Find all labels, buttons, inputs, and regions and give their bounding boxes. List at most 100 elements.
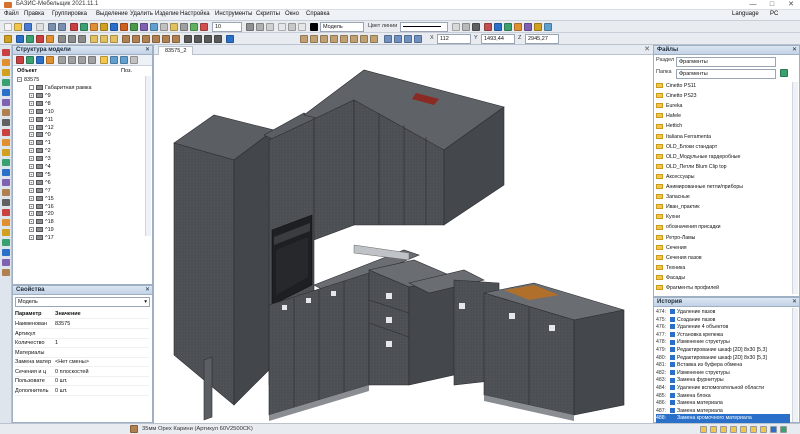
properties-close-button[interactable]: ✕ bbox=[145, 286, 150, 295]
mirror-tool-icon[interactable] bbox=[2, 199, 10, 206]
folder-item[interactable]: Italiana Ferramenta bbox=[656, 134, 711, 142]
undo-icon[interactable] bbox=[48, 23, 56, 31]
lock-icon[interactable] bbox=[180, 23, 188, 31]
property-value[interactable]: 0 плоскостей bbox=[55, 368, 89, 377]
panel-tool-icon[interactable] bbox=[2, 49, 10, 56]
collapse-icon[interactable]: − bbox=[17, 77, 22, 83]
tree-item[interactable]: + ^17 bbox=[29, 234, 54, 242]
folder-item[interactable]: Сечения пазов bbox=[656, 255, 702, 263]
save-icon[interactable] bbox=[24, 23, 32, 31]
expand-icon[interactable]: + bbox=[29, 164, 34, 170]
drawer-tool-icon[interactable] bbox=[2, 89, 10, 96]
tree-item[interactable]: + ^12 bbox=[29, 124, 54, 132]
tree-item[interactable]: + ^3 bbox=[29, 155, 51, 163]
expand-icon[interactable]: + bbox=[29, 140, 34, 146]
open-folder-icon[interactable] bbox=[14, 23, 22, 31]
folder-item[interactable]: Аксессуары bbox=[656, 174, 695, 182]
panel-g-icon[interactable] bbox=[360, 35, 368, 43]
grid-icon[interactable] bbox=[130, 23, 138, 31]
expand-icon[interactable]: + bbox=[29, 92, 34, 98]
folder-item[interactable]: Hettich bbox=[656, 123, 682, 131]
refresh-icon[interactable] bbox=[780, 69, 788, 77]
menu-file[interactable]: Файл bbox=[4, 11, 19, 17]
tree-item[interactable]: + ^20 bbox=[29, 210, 54, 218]
select-icon[interactable] bbox=[150, 23, 158, 31]
tool-c-icon[interactable] bbox=[504, 23, 512, 31]
array-tool-icon[interactable] bbox=[2, 209, 10, 216]
tree-layer-icon[interactable] bbox=[58, 56, 66, 64]
view-icon[interactable] bbox=[288, 23, 296, 31]
zoom-fit-icon[interactable] bbox=[110, 35, 118, 43]
u-tool-icon[interactable] bbox=[120, 23, 128, 31]
tool-e-icon[interactable] bbox=[524, 23, 532, 31]
view-top-icon[interactable] bbox=[132, 35, 140, 43]
group-icon[interactable] bbox=[80, 23, 88, 31]
cut-tool-icon[interactable] bbox=[2, 129, 10, 136]
property-value[interactable]: 83575 bbox=[55, 320, 70, 329]
layer-icon[interactable] bbox=[170, 23, 178, 31]
dim-c-icon[interactable] bbox=[404, 35, 412, 43]
copy-icon[interactable] bbox=[46, 35, 54, 43]
shade-icon[interactable] bbox=[472, 23, 480, 31]
property-value[interactable]: 0 шт. bbox=[55, 377, 67, 386]
snap-center-icon[interactable] bbox=[720, 426, 727, 433]
snap-track-icon[interactable] bbox=[770, 426, 777, 433]
panel-a-icon[interactable] bbox=[300, 35, 308, 43]
folder-item[interactable]: Кухни bbox=[656, 214, 680, 222]
line-width-icon[interactable] bbox=[452, 23, 460, 31]
folder-item[interactable]: OLD_Блоки стандарт bbox=[656, 144, 717, 152]
loose-panel[interactable] bbox=[203, 356, 213, 421]
files-scrollbar[interactable] bbox=[792, 82, 798, 294]
dim-b-icon[interactable] bbox=[394, 35, 402, 43]
snap-mid-icon[interactable] bbox=[710, 426, 717, 433]
hidden-line-icon[interactable] bbox=[194, 35, 202, 43]
tree-item[interactable]: + ^19 bbox=[29, 226, 54, 234]
3d-viewport[interactable]: 83575_2 ✕ bbox=[153, 45, 653, 423]
panel-c-icon[interactable] bbox=[320, 35, 328, 43]
menu-product[interactable]: Изделие bbox=[155, 11, 179, 17]
perspective-icon[interactable] bbox=[226, 35, 234, 43]
edge-tool-icon[interactable] bbox=[2, 109, 10, 116]
hole-tool-icon[interactable] bbox=[2, 149, 10, 156]
property-row[interactable]: Замена матер <Нет смены> bbox=[15, 358, 149, 367]
tree-item[interactable]: + ^16 bbox=[29, 203, 54, 211]
tool-b-icon[interactable] bbox=[494, 23, 502, 31]
folder-item[interactable]: Hafele bbox=[656, 113, 681, 121]
folder-item[interactable]: Анимированные петли/приборы bbox=[656, 184, 743, 192]
expand-icon[interactable]: + bbox=[29, 227, 34, 233]
tree-item[interactable]: + ^7 bbox=[29, 187, 51, 195]
groove-tool-icon[interactable] bbox=[2, 139, 10, 146]
color-swatch-icon[interactable] bbox=[310, 23, 318, 31]
expand-icon[interactable]: + bbox=[29, 187, 34, 193]
expand-icon[interactable]: + bbox=[29, 219, 34, 225]
dim-d-icon[interactable] bbox=[414, 35, 422, 43]
tool-a-icon[interactable] bbox=[484, 23, 492, 31]
fastener-tool-icon[interactable] bbox=[2, 159, 10, 166]
view-left-icon[interactable] bbox=[142, 35, 150, 43]
tree-item[interactable]: + ^15 bbox=[29, 195, 54, 203]
material-tool-icon[interactable] bbox=[2, 189, 10, 196]
view-front-icon[interactable] bbox=[122, 35, 130, 43]
snap-end-icon[interactable] bbox=[700, 426, 707, 433]
tree-item[interactable]: + ^18 bbox=[29, 218, 54, 226]
tree-search-icon[interactable] bbox=[120, 56, 128, 64]
zoom-in-icon[interactable] bbox=[90, 35, 98, 43]
fill-icon[interactable] bbox=[200, 23, 208, 31]
property-value[interactable]: 1 bbox=[55, 339, 58, 348]
panel-e-icon[interactable] bbox=[340, 35, 348, 43]
wireframe-icon[interactable] bbox=[184, 35, 192, 43]
pattern-icon[interactable] bbox=[256, 23, 264, 31]
expand-icon[interactable] bbox=[29, 85, 34, 91]
menu-tools[interactable]: Инструменты bbox=[215, 11, 252, 17]
menu-help[interactable]: Справка bbox=[306, 11, 330, 17]
menu-window[interactable]: Окно bbox=[285, 11, 299, 17]
tool-f-icon[interactable] bbox=[534, 23, 542, 31]
folder-item[interactable]: Запасные bbox=[656, 194, 690, 202]
tree-sort-icon[interactable] bbox=[46, 56, 54, 64]
folder-item[interactable]: Eureka bbox=[656, 103, 682, 111]
tree-group-icon[interactable] bbox=[68, 56, 76, 64]
redo-icon[interactable] bbox=[58, 23, 66, 31]
expand-icon[interactable]: + bbox=[29, 116, 34, 122]
render-tool-icon[interactable] bbox=[2, 239, 10, 246]
folder-select[interactable]: Фрагменты bbox=[676, 69, 776, 79]
